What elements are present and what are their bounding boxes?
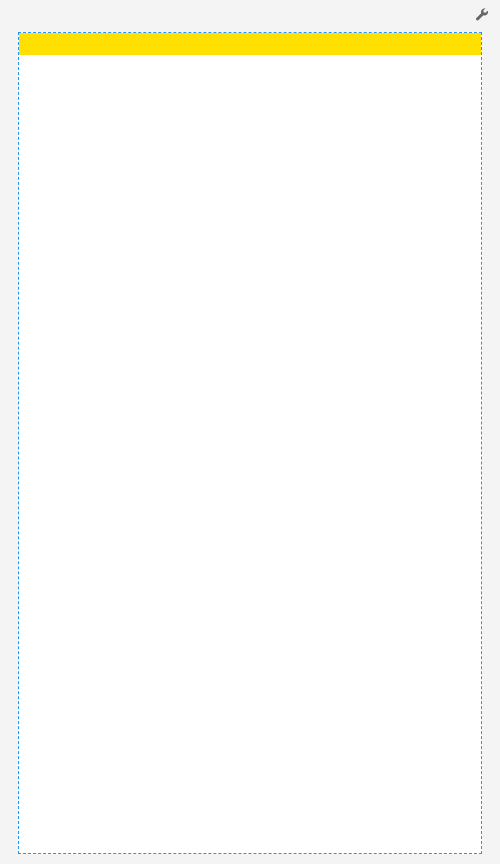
wrench-icon[interactable] — [474, 6, 490, 22]
toolbar — [474, 6, 490, 22]
content-area — [19, 55, 481, 853]
content-container[interactable] — [18, 32, 482, 854]
header-bar — [19, 33, 481, 55]
